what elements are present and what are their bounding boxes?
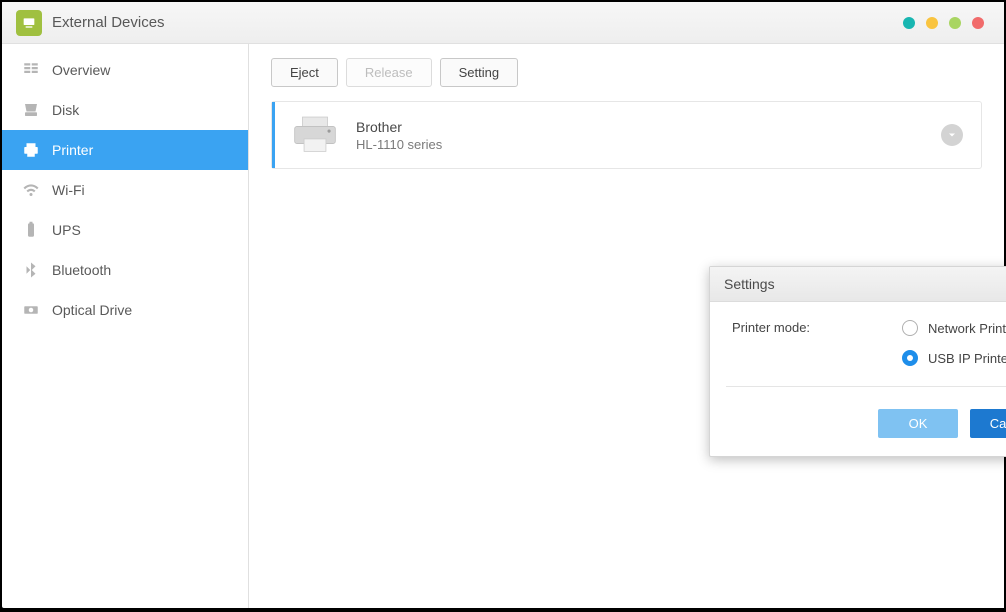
radio-network-printer[interactable]: Network Printer [902,320,1006,336]
sidebar-item-ups[interactable]: UPS [2,210,248,250]
cancel-button[interactable]: Cancel [970,409,1006,438]
modal-title: Settings [710,267,1006,302]
sidebar: Overview Disk Printer Wi-Fi [2,44,249,608]
device-model: HL-1110 series [356,137,442,152]
printer-icon [18,141,44,159]
sidebar-item-disk[interactable]: Disk [2,90,248,130]
window-controls [903,17,990,29]
titlebar: External Devices [2,2,1004,44]
device-name: Brother [356,119,442,135]
ups-icon [18,221,44,239]
sidebar-item-optical-drive[interactable]: Optical Drive [2,290,248,330]
window-title: External Devices [52,14,165,31]
radio-label: USB IP Printer [928,351,1006,366]
app-window: External Devices Overview Disk [2,2,1004,608]
sidebar-item-label: Disk [52,102,79,118]
sidebar-item-label: Bluetooth [52,262,111,278]
window-dot-4-icon[interactable] [972,17,984,29]
chevron-down-icon[interactable] [941,124,963,146]
sidebar-item-wifi[interactable]: Wi-Fi [2,170,248,210]
disk-icon [18,101,44,119]
eject-button[interactable]: Eject [271,58,338,87]
sidebar-item-overview[interactable]: Overview [2,50,248,90]
sidebar-item-label: Printer [52,142,93,158]
radio-checked-icon [902,350,918,366]
toolbar: Eject Release Setting [271,58,982,87]
device-info: Brother HL-1110 series [356,119,442,152]
window-dot-2-icon[interactable] [926,17,938,29]
device-card[interactable]: Brother HL-1110 series [271,101,982,169]
radio-unchecked-icon [902,320,918,336]
printer-mode-label: Printer mode: [732,320,902,366]
content-area: Eject Release Setting Brother HL-1110 se… [249,44,1004,608]
ok-button[interactable]: OK [878,409,958,438]
wifi-icon [18,181,44,199]
sidebar-item-label: Wi-Fi [52,182,85,198]
printer-device-icon [290,114,340,156]
sidebar-item-printer[interactable]: Printer [2,130,248,170]
divider [726,386,1006,387]
optical-icon [18,301,44,319]
settings-modal: Settings Printer mode: Network Printer U… [709,266,1006,457]
app-icon [16,10,42,36]
sidebar-item-bluetooth[interactable]: Bluetooth [2,250,248,290]
overview-icon [18,61,44,79]
bluetooth-icon [18,261,44,279]
app-body: Overview Disk Printer Wi-Fi [2,44,1004,608]
sidebar-item-label: Overview [52,62,110,78]
release-button: Release [346,58,432,87]
sidebar-item-label: UPS [52,222,81,238]
radio-label: Network Printer [928,321,1006,336]
radio-usb-ip-printer[interactable]: USB IP Printer i [902,350,1006,366]
sidebar-item-label: Optical Drive [52,302,132,318]
window-dot-3-icon[interactable] [949,17,961,29]
setting-button[interactable]: Setting [440,58,518,87]
window-dot-1-icon[interactable] [903,17,915,29]
